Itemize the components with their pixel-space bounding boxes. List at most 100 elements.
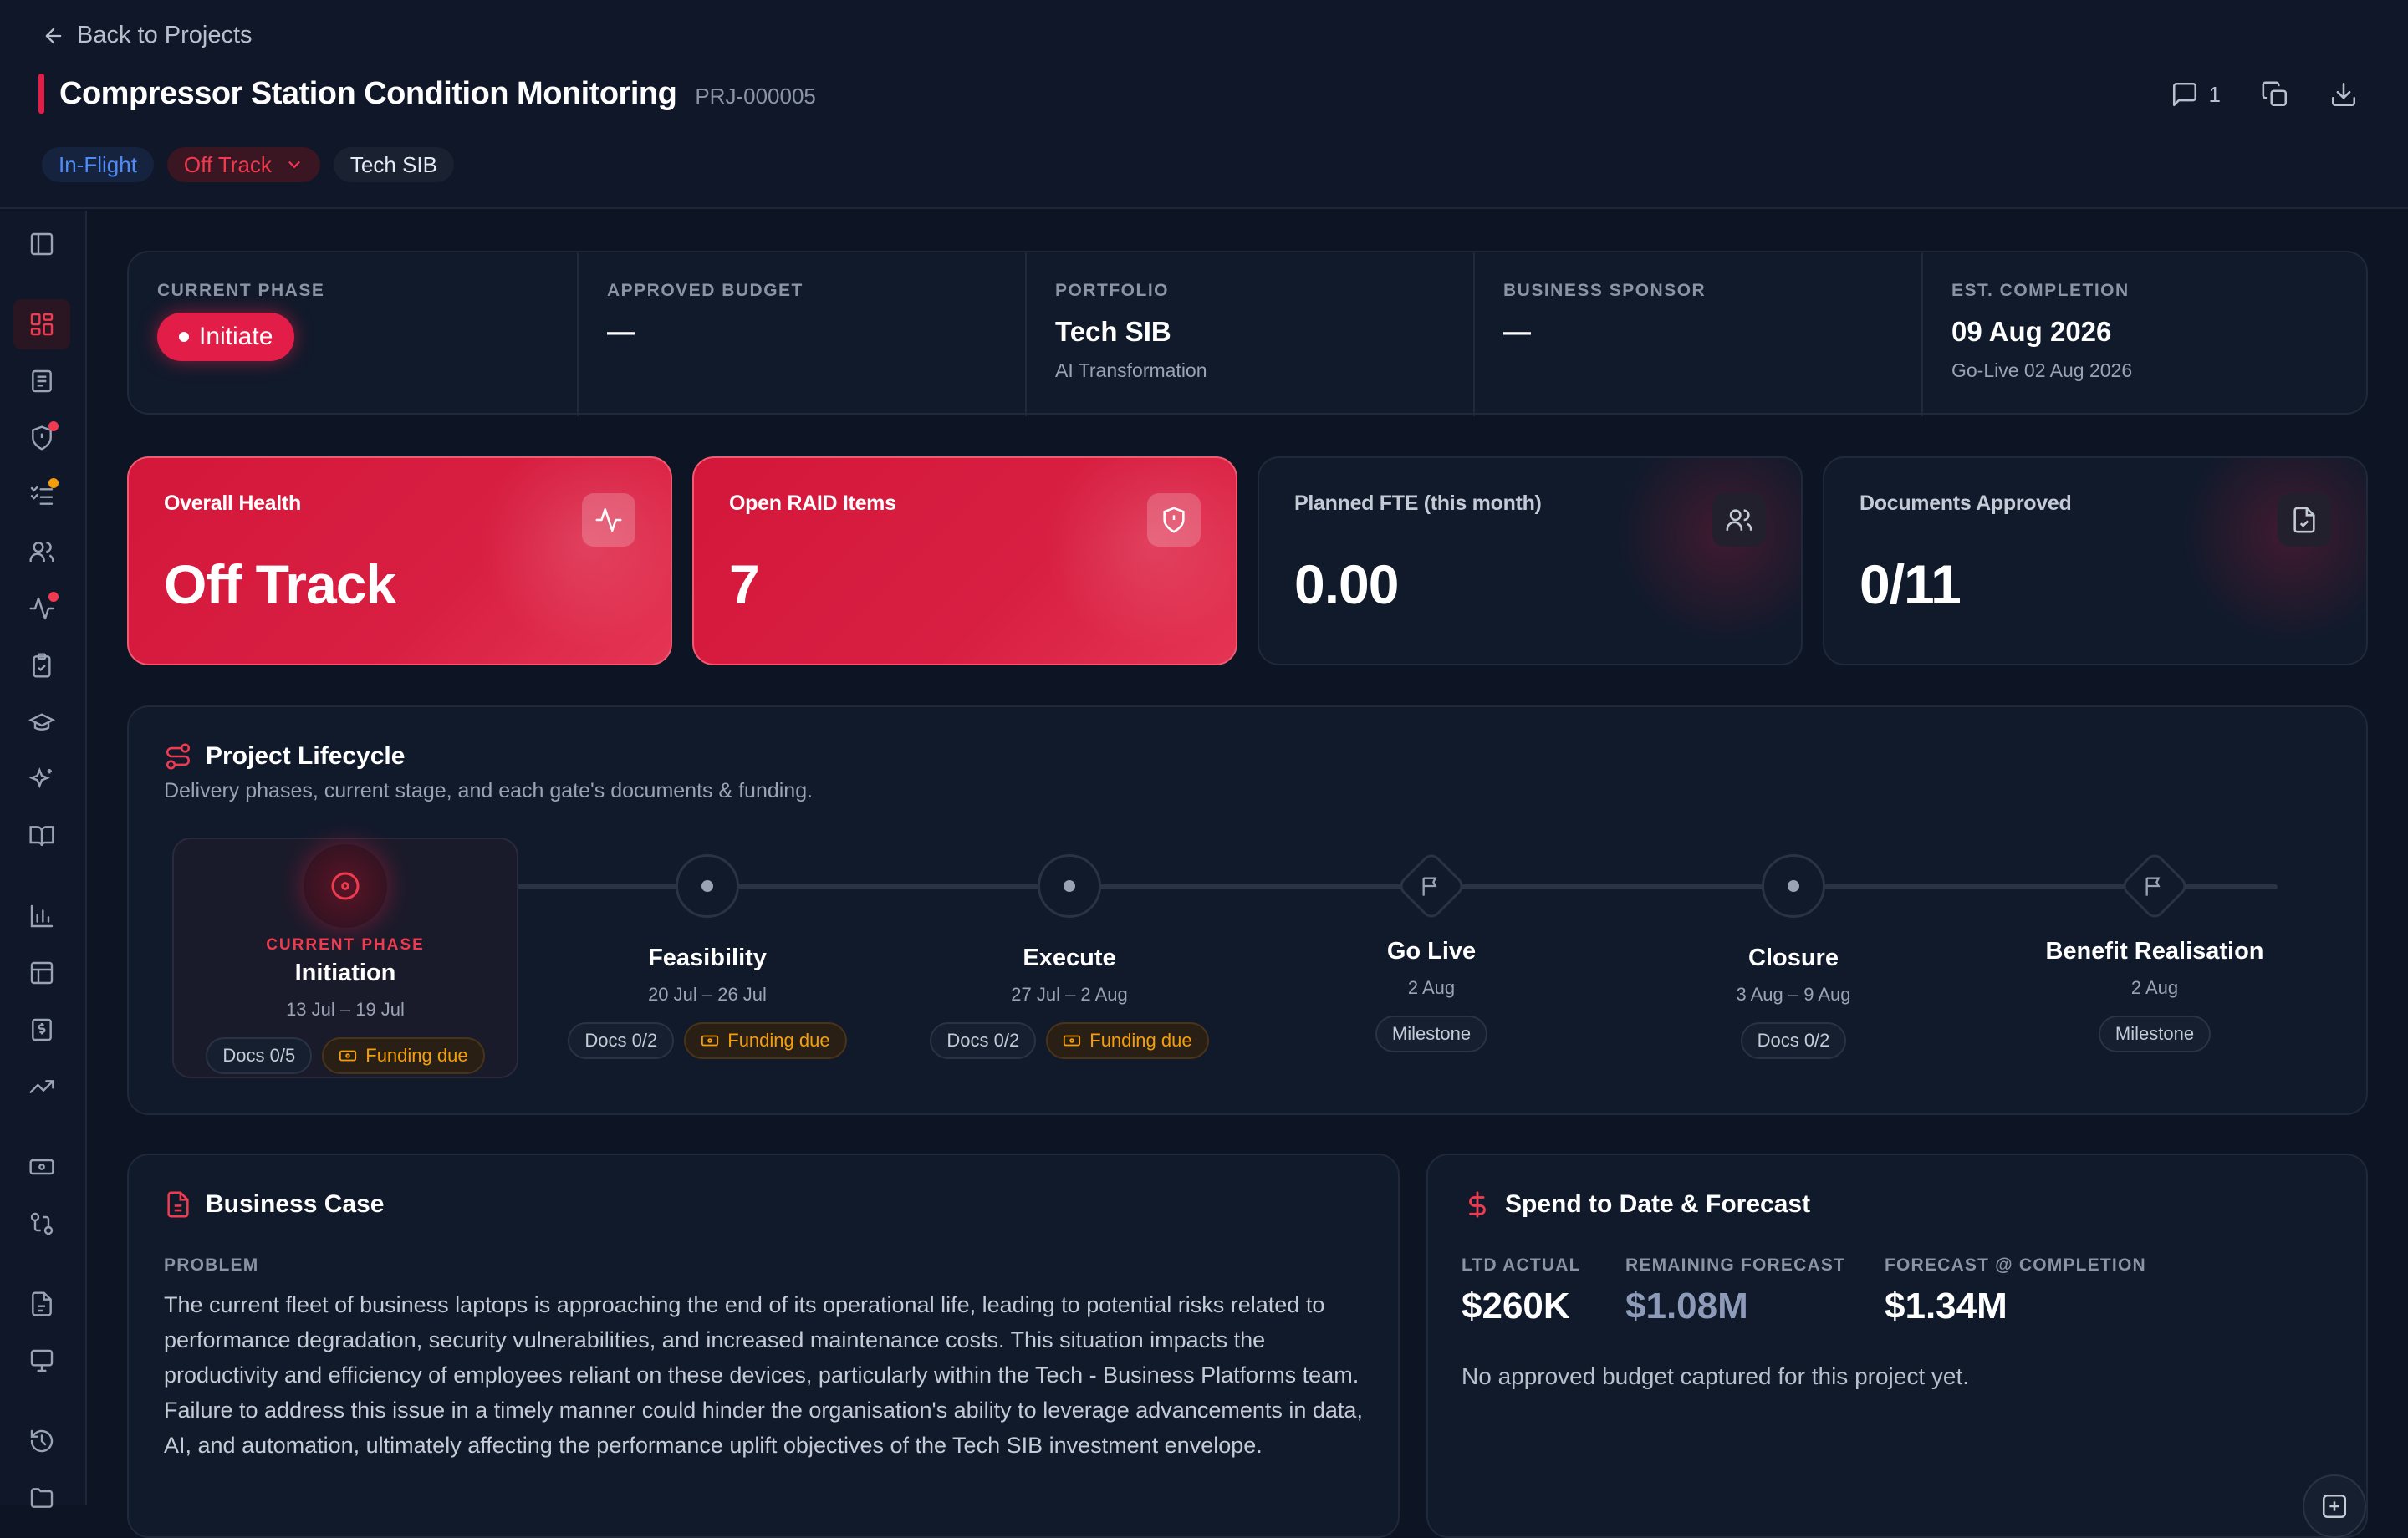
header-actions: 1	[2171, 80, 2358, 109]
download-button[interactable]	[2329, 80, 2358, 109]
git-compare-icon	[30, 1212, 54, 1235]
phase-dot	[179, 332, 189, 342]
target-icon	[331, 872, 360, 900]
node-dot	[1064, 880, 1075, 892]
file-text-icon	[32, 369, 52, 393]
sidebar-item-people[interactable]	[13, 527, 70, 577]
presentation-icon	[30, 1349, 54, 1372]
ltd-actual-value: $260K	[1462, 1286, 1570, 1327]
business-case-title: Business Case	[206, 1190, 385, 1218]
alert-dot	[48, 421, 59, 431]
current-phase-label: CURRENT PHASE	[157, 281, 325, 300]
message-square-icon	[2172, 82, 2196, 107]
title-row: Compressor Station Condition Monitoring …	[38, 74, 816, 114]
sidebar-item-folder[interactable]	[13, 1473, 70, 1523]
stage-execute[interactable]: Execute 27 Jul – 2 Aug Docs 0/2 Funding …	[894, 854, 1245, 1059]
download-icon	[2331, 82, 2356, 107]
remaining-forecast-value: $1.08M	[1625, 1286, 1748, 1327]
sidebar-item-raid[interactable]	[13, 413, 70, 463]
sidebar-item-trends[interactable]	[13, 1062, 70, 1112]
est-completion-cell: EST. COMPLETION 09 Aug 2026 Go-Live 02 A…	[1921, 252, 2370, 416]
stage-benefit-realisation[interactable]: Benefit Realisation 2 Aug Milestone	[1979, 850, 2330, 1052]
current-phase-badge: Initiate	[157, 313, 295, 361]
sidebar-item-checklist[interactable]	[13, 640, 70, 690]
stage-name: Execute	[1023, 945, 1116, 971]
stage-name: Initiation	[294, 960, 396, 986]
kpi-planned-fte[interactable]: Planned FTE (this month) 0.00	[1258, 456, 1803, 665]
sidebar-item-history[interactable]	[13, 1416, 70, 1466]
forecast-completion-metric: FORECAST @ COMPLETION $1.34M	[1885, 1255, 2146, 1327]
completion-sub: Go-Live 02 Aug 2026	[1951, 359, 2133, 381]
portfolio-sub: AI Transformation	[1055, 359, 1207, 381]
sidebar-item-ai[interactable]	[13, 754, 70, 804]
kpi-open-raid-items[interactable]: Open RAID Items 7	[692, 456, 1237, 665]
funding-label: Funding due	[727, 1030, 830, 1051]
sidebar-item-table[interactable]	[13, 948, 70, 998]
comments-button[interactable]: 1	[2171, 80, 2221, 109]
sidebar-item-overview[interactable]	[13, 299, 70, 349]
sidebar-item-finance[interactable]	[13, 1005, 70, 1055]
banknote-icon	[29, 1159, 54, 1175]
users-icon	[29, 542, 54, 562]
shield-alert-icon	[1147, 493, 1201, 547]
kpi-documents-approved[interactable]: Documents Approved 0/11	[1823, 456, 2368, 665]
stage-chips: Milestone	[1979, 1016, 2330, 1052]
approved-budget-cell: APPROVED BUDGET —	[577, 252, 1025, 416]
sidebar-item-docs[interactable]	[13, 811, 70, 861]
graduation-cap-icon	[28, 713, 55, 731]
sparkles-icon	[28, 767, 52, 789]
stage-go-live[interactable]: Go Live 2 Aug Milestone	[1256, 850, 1607, 1052]
stage-feasibility[interactable]: Feasibility 20 Jul – 26 Jul Docs 0/2 Fun…	[532, 854, 883, 1059]
status-dropdown[interactable]: Off Track	[166, 147, 320, 182]
lifecycle-title: Project Lifecycle	[206, 742, 406, 770]
docs-chip[interactable]: Docs 0/5	[206, 1037, 313, 1074]
funding-label: Funding due	[365, 1045, 468, 1066]
sidebar-item-details[interactable]	[13, 356, 70, 406]
stage-initiation[interactable]: CURRENT PHASE Initiation 13 Jul – 19 Jul…	[170, 844, 521, 1074]
sidebar-item-budget[interactable]	[13, 1142, 70, 1192]
flag-icon	[2145, 877, 2161, 896]
funding-chip[interactable]: Funding due	[684, 1022, 847, 1059]
current-phase-tag: CURRENT PHASE	[266, 936, 425, 954]
comment-count: 1	[2208, 81, 2221, 107]
lifecycle-header: Project Lifecycle	[164, 742, 405, 771]
sidebar-item-reports[interactable]	[13, 891, 70, 941]
milestone-chip: Milestone	[1375, 1016, 1488, 1052]
stage-chips: Docs 0/2	[1618, 1022, 1969, 1059]
funding-chip[interactable]: Funding due	[322, 1037, 485, 1074]
sidebar-item-training[interactable]	[13, 697, 70, 747]
stage-closure[interactable]: Closure 3 Aug – 9 Aug Docs 0/2	[1618, 854, 1969, 1059]
sidebar-toggle[interactable]	[13, 219, 70, 269]
sidebar-item-health[interactable]	[13, 583, 70, 634]
status-label: Off Track	[183, 151, 272, 177]
sidebar-item-files[interactable]	[13, 1279, 70, 1329]
ltd-actual-label: LTD ACTUAL	[1462, 1255, 1581, 1275]
milestone-chip: Milestone	[2098, 1016, 2212, 1052]
business-sponsor-cell: BUSINESS SPONSOR —	[1473, 252, 1921, 416]
sidebar-item-changes[interactable]	[13, 1199, 70, 1249]
stage-dates: 2 Aug	[1407, 977, 1456, 998]
docs-chip[interactable]: Docs 0/2	[930, 1022, 1037, 1059]
book-open-icon	[29, 826, 54, 847]
funding-chip[interactable]: Funding due	[1046, 1022, 1209, 1059]
card-glow	[1043, 458, 1236, 650]
sponsor-value: —	[1503, 316, 1531, 347]
duplicate-button[interactable]	[2261, 80, 2289, 109]
bar-chart-icon	[30, 904, 54, 928]
kpi-overall-health[interactable]: Overall Health Off Track	[127, 456, 672, 665]
forecast-completion-label: FORECAST @ COMPLETION	[1885, 1255, 2146, 1275]
docs-chip[interactable]: Docs 0/2	[568, 1022, 675, 1059]
back-to-projects-link[interactable]: Back to Projects	[42, 22, 253, 49]
sidebar-item-presentation[interactable]	[13, 1336, 70, 1386]
remaining-forecast-metric: REMAINING FORECAST $1.08M	[1625, 1255, 1845, 1327]
file-check-icon	[2278, 493, 2331, 547]
plus-square-icon	[2322, 1494, 2347, 1519]
stage-name: Feasibility	[648, 945, 767, 971]
flag-icon	[1422, 877, 1437, 896]
docs-chip[interactable]: Docs 0/2	[1740, 1022, 1847, 1059]
expand-button[interactable]	[2303, 1474, 2366, 1538]
sidebar-item-tasks[interactable]	[13, 470, 70, 520]
spend-header: Spend to Date & Forecast	[1463, 1190, 1810, 1219]
clipboard-check-icon	[33, 653, 51, 678]
banknote-icon	[701, 1035, 719, 1047]
